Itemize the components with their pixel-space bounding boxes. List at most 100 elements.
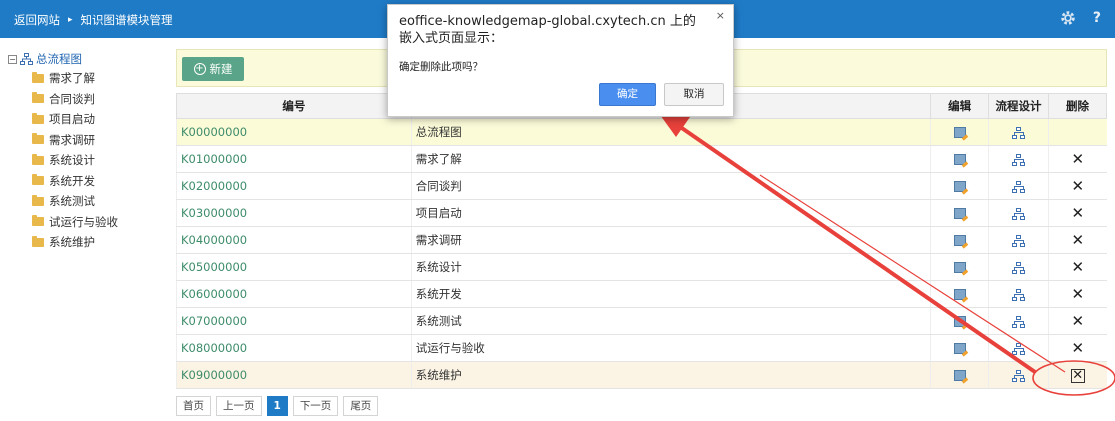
column-header-flow: 流程设计 bbox=[988, 93, 1050, 119]
back-to-site-link[interactable]: 返回网站 bbox=[14, 12, 60, 28]
breadcrumb: 返回网站 ▸ 知识图谱模块管理 bbox=[14, 12, 173, 28]
cancel-button[interactable]: 取消 bbox=[664, 83, 724, 106]
table-row: K09000000 系统维护 ✕ bbox=[176, 361, 1107, 389]
table-row: K05000000 系统设计 ✕ bbox=[176, 253, 1107, 281]
folder-icon bbox=[32, 194, 44, 206]
table-row: K06000000 系统开发 ✕ bbox=[176, 280, 1107, 308]
tree-item[interactable]: 系统开发 bbox=[8, 171, 168, 192]
cell-edit bbox=[930, 280, 989, 308]
tree-item[interactable]: 系统测试 bbox=[8, 191, 168, 212]
tree-item[interactable]: 系统设计 bbox=[8, 150, 168, 171]
cell-delete: ✕ bbox=[1048, 172, 1107, 200]
tree-item-label: 需求了解 bbox=[49, 71, 95, 86]
cell-flow bbox=[988, 361, 1049, 389]
gear-icon[interactable] bbox=[1059, 9, 1077, 27]
cell-code: K08000000 bbox=[176, 334, 412, 362]
prev-page-button[interactable]: 上一页 bbox=[216, 396, 262, 416]
cell-delete: ✕ bbox=[1048, 199, 1107, 227]
tree-item[interactable]: 需求调研 bbox=[8, 130, 168, 151]
edit-icon[interactable] bbox=[953, 316, 966, 327]
tree-item[interactable]: 需求了解 bbox=[8, 68, 168, 89]
cell-code: K06000000 bbox=[176, 280, 412, 308]
module-table: 编号 编辑 流程设计 删除 K00000000 总流程图 K01000000 需求了解… bbox=[176, 93, 1107, 389]
delete-icon[interactable]: ✕ bbox=[1071, 205, 1084, 220]
collapse-icon[interactable]: − bbox=[8, 54, 17, 64]
cell-name: 系统开发 bbox=[410, 280, 931, 308]
cell-delete: ✕ bbox=[1048, 226, 1107, 254]
flow-design-icon[interactable] bbox=[1011, 315, 1026, 328]
edit-icon[interactable] bbox=[953, 235, 966, 246]
edit-icon[interactable] bbox=[953, 181, 966, 192]
folder-icon bbox=[32, 133, 44, 145]
cell-name: 总流程图 bbox=[410, 118, 931, 146]
hierarchy-icon bbox=[20, 53, 33, 65]
delete-icon[interactable]: ✕ bbox=[1071, 286, 1084, 301]
first-page-button[interactable]: 首页 bbox=[176, 396, 211, 416]
cell-name: 需求调研 bbox=[410, 226, 931, 254]
flow-design-icon[interactable] bbox=[1011, 234, 1026, 247]
cell-code: K04000000 bbox=[176, 226, 412, 254]
edit-icon[interactable] bbox=[953, 370, 966, 381]
tree-item[interactable]: 项目启动 bbox=[8, 109, 168, 130]
flow-design-icon[interactable] bbox=[1011, 261, 1026, 274]
cell-edit bbox=[930, 145, 989, 173]
delete-icon[interactable]: ✕ bbox=[1071, 232, 1084, 247]
delete-icon[interactable]: ✕ bbox=[1071, 313, 1084, 328]
cell-edit bbox=[930, 199, 989, 227]
pagination: 首页 上一页 1 下一页 尾页 bbox=[176, 396, 379, 416]
tree-item-label: 需求调研 bbox=[49, 132, 95, 147]
cell-delete: ✕ bbox=[1048, 307, 1107, 335]
cell-code: K03000000 bbox=[176, 199, 412, 227]
flow-design-icon[interactable] bbox=[1011, 180, 1026, 193]
cell-flow bbox=[988, 307, 1049, 335]
next-page-button[interactable]: 下一页 bbox=[292, 396, 339, 416]
table-row: K08000000 试运行与验收 ✕ bbox=[176, 334, 1107, 362]
last-page-button[interactable]: 尾页 bbox=[343, 396, 379, 416]
folder-icon bbox=[32, 174, 44, 186]
cell-edit bbox=[930, 361, 989, 389]
cell-delete: ✕ bbox=[1048, 253, 1107, 281]
delete-icon[interactable]: ✕ bbox=[1071, 340, 1084, 355]
cell-name: 系统设计 bbox=[410, 253, 931, 281]
help-icon[interactable]: ? bbox=[1093, 10, 1101, 26]
cell-edit bbox=[930, 226, 989, 254]
tree-item[interactable]: 合同谈判 bbox=[8, 89, 168, 110]
new-button[interactable]: + 新建 bbox=[182, 57, 244, 81]
cell-code: K02000000 bbox=[176, 172, 412, 200]
delete-icon[interactable]: ✕ bbox=[1071, 151, 1084, 166]
tree-root[interactable]: − 总流程图 bbox=[8, 50, 168, 68]
flow-design-icon[interactable] bbox=[1011, 369, 1026, 382]
flow-design-icon[interactable] bbox=[1011, 342, 1026, 355]
cell-code: K05000000 bbox=[176, 253, 412, 281]
edit-icon[interactable] bbox=[953, 154, 966, 165]
dialog-message: 确定删除此项吗？ bbox=[399, 61, 483, 73]
module-tree: − 总流程图 需求了解 合同谈判 项目启动 需求调研 系统设计 系统开发 系统测… bbox=[8, 50, 168, 253]
edit-icon[interactable] bbox=[953, 289, 966, 300]
folder-icon bbox=[32, 112, 44, 124]
tree-item[interactable]: 试运行与验收 bbox=[8, 212, 168, 233]
delete-icon[interactable]: ✕ bbox=[1070, 368, 1085, 383]
cell-delete: ✕ bbox=[1048, 280, 1107, 308]
edit-icon[interactable] bbox=[953, 208, 966, 219]
flow-design-icon[interactable] bbox=[1011, 126, 1026, 139]
cell-delete: ✕ bbox=[1048, 334, 1107, 362]
flow-design-icon[interactable] bbox=[1011, 153, 1026, 166]
flow-design-icon[interactable] bbox=[1011, 207, 1026, 220]
ok-button[interactable]: 确定 bbox=[599, 83, 656, 106]
edit-icon[interactable] bbox=[953, 343, 966, 354]
flow-design-icon[interactable] bbox=[1011, 288, 1026, 301]
folder-icon bbox=[32, 71, 44, 83]
tree-item-label: 项目启动 bbox=[49, 112, 95, 127]
current-page-button[interactable]: 1 bbox=[266, 396, 288, 416]
table-row: K03000000 项目启动 ✕ bbox=[176, 199, 1107, 227]
close-icon[interactable]: × bbox=[716, 9, 725, 22]
cell-name: 系统测试 bbox=[410, 307, 931, 335]
edit-icon[interactable] bbox=[953, 127, 966, 138]
new-button-label: 新建 bbox=[209, 62, 233, 76]
tree-item[interactable]: 系统维护 bbox=[8, 232, 168, 253]
column-header-code: 编号 bbox=[176, 93, 412, 119]
delete-icon[interactable]: ✕ bbox=[1071, 259, 1084, 274]
delete-icon[interactable]: ✕ bbox=[1071, 178, 1084, 193]
cell-code: K01000000 bbox=[176, 145, 412, 173]
edit-icon[interactable] bbox=[953, 262, 966, 273]
